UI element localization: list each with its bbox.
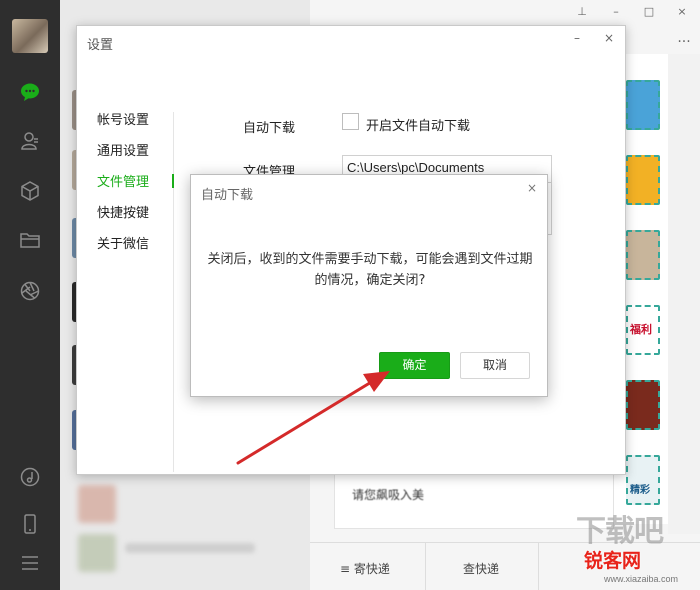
- auto-download-checkbox[interactable]: [342, 113, 359, 130]
- watermark-brand: 锐客网: [584, 550, 642, 572]
- nav-about-wechat[interactable]: 关于微信: [97, 233, 149, 252]
- settings-title: 设置: [87, 38, 114, 53]
- chat-avatar[interactable]: [78, 485, 116, 523]
- article-thumb[interactable]: 福利: [626, 305, 660, 355]
- music-icon[interactable]: [19, 466, 41, 488]
- nav-active-indicator: [172, 174, 174, 188]
- contacts-icon[interactable]: [19, 130, 41, 152]
- pin-icon[interactable]: ⊥: [574, 4, 590, 20]
- thumb-text: 福利: [630, 323, 652, 336]
- maximize-icon[interactable]: □: [641, 4, 657, 20]
- nav-account-settings[interactable]: 帐号设置: [97, 109, 149, 128]
- scroll-strip: [668, 54, 700, 534]
- article-thumb[interactable]: [626, 230, 660, 280]
- menu-label: 寄快递: [353, 562, 390, 576]
- minimize-icon[interactable]: –: [608, 4, 624, 20]
- article-thumb[interactable]: 精彩: [626, 455, 660, 505]
- moments-icon[interactable]: [19, 280, 41, 302]
- menu-mail-express[interactable]: ≡ 寄快递: [340, 560, 390, 577]
- chat-icon[interactable]: [19, 81, 41, 103]
- menu-label: 查快递: [463, 562, 500, 576]
- minimize-icon[interactable]: –: [570, 31, 584, 45]
- folder-icon[interactable]: [19, 229, 41, 251]
- auto-download-checkbox-label[interactable]: 开启文件自动下载: [366, 115, 470, 134]
- watermark-url: www.xiazaiba.com: [604, 574, 679, 584]
- app-sidebar: [0, 0, 60, 590]
- divider: [425, 542, 426, 590]
- list-icon: ≡: [340, 562, 354, 576]
- nav-divider: [173, 112, 174, 472]
- menu-track-express[interactable]: 查快递: [463, 560, 499, 577]
- article-thumb[interactable]: [626, 80, 660, 130]
- thumb-text: 精彩: [630, 485, 650, 496]
- auto-download-label: 自动下载: [243, 121, 296, 136]
- chat-avatar[interactable]: [78, 534, 116, 572]
- favorites-icon[interactable]: [19, 180, 41, 202]
- divider: [538, 542, 539, 590]
- phone-icon[interactable]: [19, 513, 41, 535]
- dialog-message: 关闭后，收到的文件需要手动下载，可能会遇到文件过期的情况，确定关闭?: [207, 252, 533, 288]
- cancel-button[interactable]: 取消: [460, 352, 530, 379]
- dialog-title: 自动下载: [201, 188, 254, 203]
- avatar[interactable]: [12, 19, 48, 53]
- auto-download-dialog: 自动下载 × 关闭后，收到的文件需要手动下载，可能会遇到文件过期的情况，确定关闭…: [190, 174, 548, 397]
- close-icon[interactable]: ×: [674, 4, 690, 20]
- close-icon[interactable]: ×: [527, 181, 537, 195]
- more-icon[interactable]: ···: [676, 34, 692, 50]
- menu-icon[interactable]: [19, 552, 41, 574]
- article-title[interactable]: 请您飙吸入美: [352, 486, 424, 503]
- article-thumb[interactable]: [626, 155, 660, 205]
- chat-preview-text: [125, 543, 255, 553]
- watermark-logo: 下载吧: [576, 514, 664, 549]
- article-thumb[interactable]: [626, 380, 660, 430]
- confirm-button[interactable]: 确定: [379, 352, 450, 379]
- nav-general-settings[interactable]: 通用设置: [97, 140, 149, 159]
- nav-file-management[interactable]: 文件管理: [97, 171, 149, 190]
- nav-shortcut-keys[interactable]: 快捷按键: [97, 202, 149, 221]
- close-icon[interactable]: ×: [602, 31, 616, 45]
